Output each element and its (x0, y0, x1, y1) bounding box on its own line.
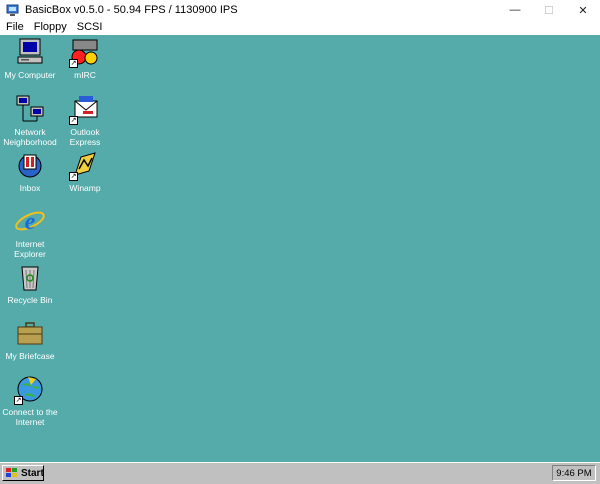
desktop-icon-connect-to-internet[interactable]: ↗ Connect to the Internet (0, 373, 60, 427)
winamp-icon: ↗ (69, 149, 101, 181)
menu-floppy[interactable]: Floppy (30, 21, 71, 33)
my-computer-icon (14, 36, 46, 68)
outlook-express-icon: ↗ (69, 93, 101, 125)
start-label: Start (21, 467, 44, 479)
host-titlebar: BasicBox v0.5.0 - 50.94 FPS / 1130900 IP… (0, 0, 600, 20)
icon-label: Connect to the Internet (2, 407, 58, 427)
desktop-icon-winamp[interactable]: ↗ Winamp (55, 149, 115, 193)
shortcut-arrow-icon: ↗ (69, 59, 78, 68)
svg-text:e: e (25, 209, 36, 235)
start-button[interactable]: Start (2, 465, 44, 481)
icon-label: Recycle Bin (7, 295, 53, 305)
maximize-button[interactable]: ☐ (532, 0, 566, 20)
shortcut-arrow-icon: ↗ (69, 172, 78, 181)
desktop-icon-mirc[interactable]: ↗ mIRC (55, 36, 115, 80)
connect-internet-icon: ↗ (14, 373, 46, 405)
icon-label: Inbox (19, 183, 41, 193)
shortcut-arrow-icon: ↗ (14, 396, 23, 405)
menu-file[interactable]: File (2, 21, 28, 33)
window-title: BasicBox v0.5.0 - 50.94 FPS / 1130900 IP… (25, 4, 238, 16)
icon-label: Winamp (69, 183, 101, 193)
system-tray: 9:46 PM (552, 465, 596, 481)
minimize-button[interactable]: — (498, 0, 532, 20)
menu-scsi[interactable]: SCSI (73, 21, 107, 33)
windows-logo-icon (6, 468, 18, 478)
clock: 9:46 PM (556, 467, 592, 479)
host-menubar: File Floppy SCSI (0, 20, 600, 34)
icon-label: mIRC (74, 70, 96, 80)
desktop-icon-inbox[interactable]: Inbox (0, 149, 60, 193)
briefcase-icon (14, 317, 46, 349)
basicbox-app-icon (6, 4, 19, 17)
desktop-icon-network-neighborhood[interactable]: Network Neighborhood (0, 93, 60, 147)
desktop-icon-outlook-express[interactable]: ↗ Outlook Express (55, 93, 115, 147)
desktop[interactable]: My Computer ↗ mIRC Network Neighborhood … (0, 35, 600, 462)
taskbar: Start 9:46 PM (0, 462, 600, 484)
network-neighborhood-icon (14, 93, 46, 125)
icon-label: My Briefcase (5, 351, 55, 361)
icon-label: Outlook Express (69, 127, 101, 147)
icon-label: My Computer (4, 70, 56, 80)
desktop-icon-my-computer[interactable]: My Computer (0, 36, 60, 80)
shortcut-arrow-icon: ↗ (69, 116, 78, 125)
internet-explorer-icon: e (14, 205, 46, 237)
desktop-icon-recycle-bin[interactable]: Recycle Bin (0, 261, 60, 305)
recycle-bin-icon (14, 261, 46, 293)
close-button[interactable]: ✕ (566, 0, 600, 20)
inbox-icon (14, 149, 46, 181)
mirc-icon: ↗ (69, 36, 101, 68)
desktop-icon-my-briefcase[interactable]: My Briefcase (0, 317, 60, 361)
icon-label: Network Neighborhood (3, 127, 57, 147)
icon-label: Internet Explorer (14, 239, 46, 259)
desktop-icon-internet-explorer[interactable]: e Internet Explorer (0, 205, 60, 259)
